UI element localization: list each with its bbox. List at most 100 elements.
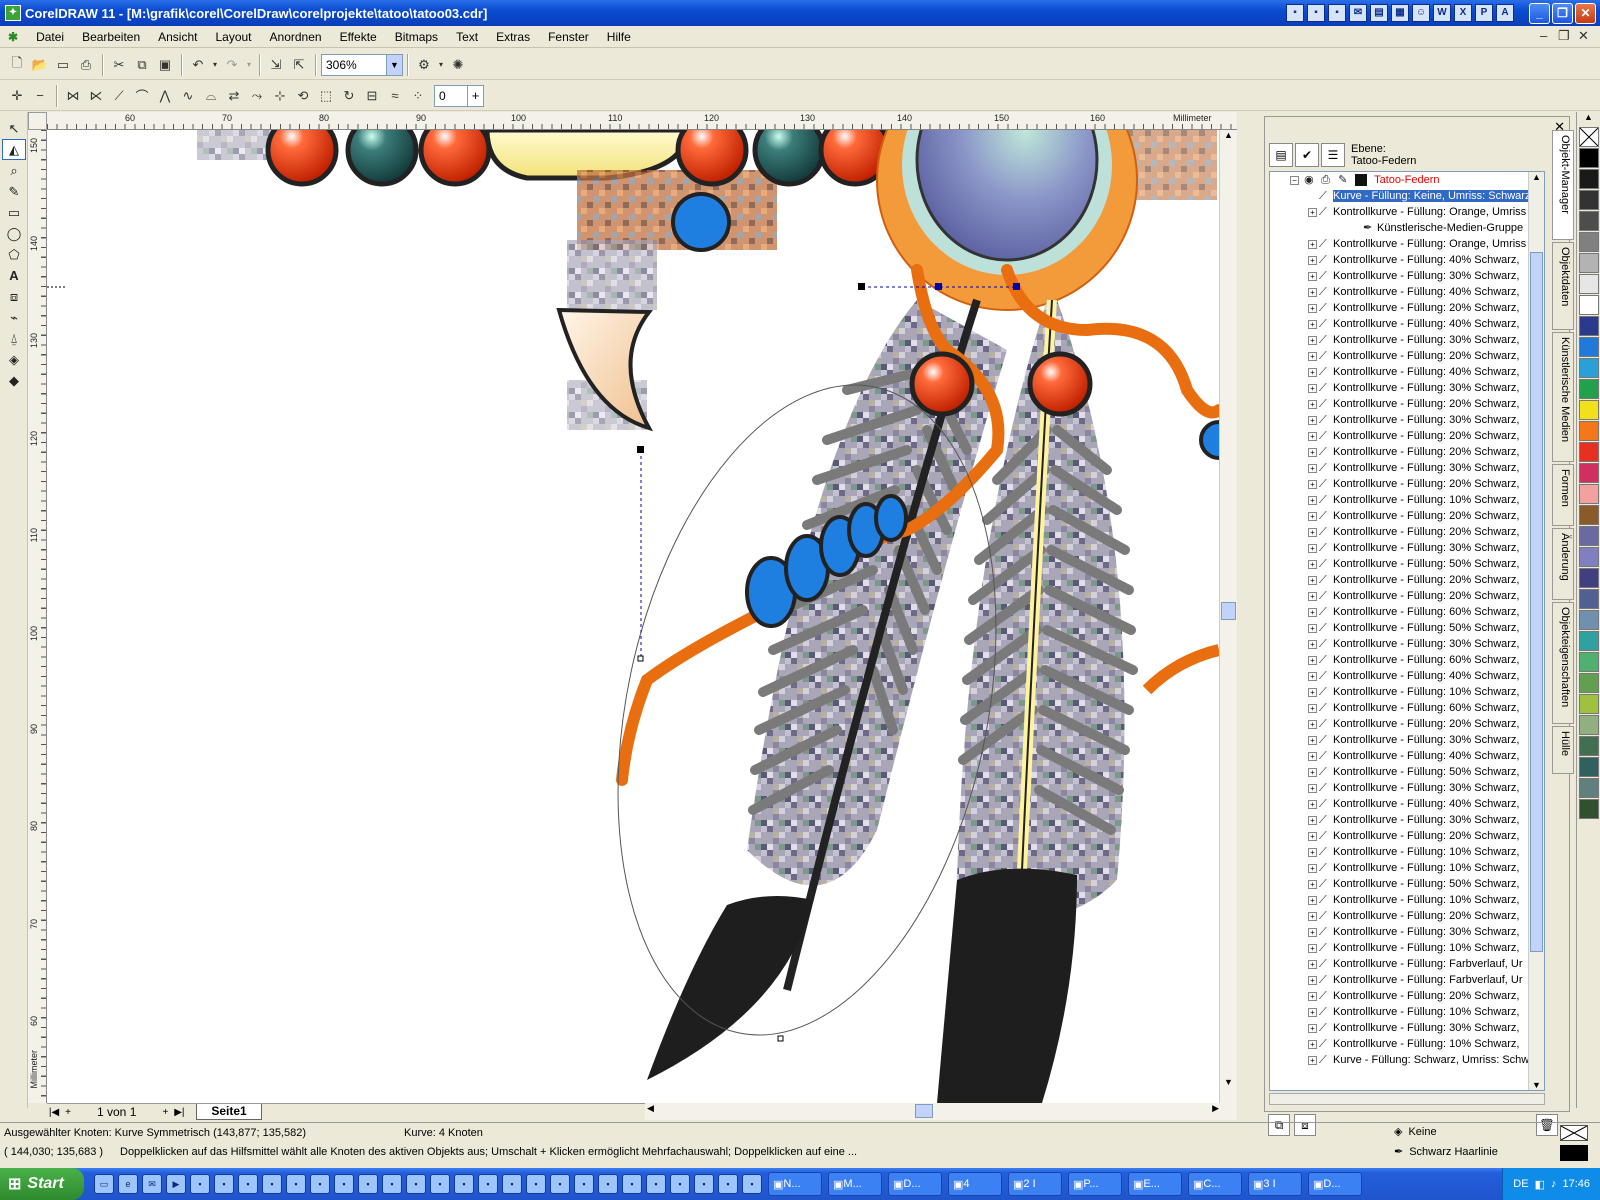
tree-object-row[interactable]: + ⟋ Kontrollkurve - Füllung: 30% Schwarz, — [1270, 812, 1544, 828]
tree-object-row[interactable]: + ⟋ Kontrollkurve - Füllung: 40% Schwarz, — [1270, 284, 1544, 300]
tree-object-row[interactable]: + ⟋ Kontrollkurve - Füllung: 40% Schwarz, — [1270, 364, 1544, 380]
shortcut-icon[interactable]: ▪ — [1328, 4, 1346, 22]
app-icon[interactable]: ▪ — [190, 1174, 210, 1194]
object-tree[interactable]: − ◉ ⎙ ✎ Tatoo-Federn +⟋Kurve - Füllung: … — [1269, 171, 1545, 1091]
print-icon[interactable]: ⎙ — [75, 54, 97, 76]
shortcut-icon[interactable]: ▪ — [1286, 4, 1304, 22]
tree-hscrollbar[interactable] — [1269, 1093, 1545, 1105]
polygon-tool-icon[interactable]: ⬠ — [2, 244, 26, 265]
tree-object-row[interactable]: + ⟋ Kontrollkurve - Füllung: 30% Schwarz, — [1270, 460, 1544, 476]
color-swatch[interactable] — [1579, 211, 1599, 231]
taskbar-task-button[interactable]: ▣ 2 I — [1008, 1172, 1062, 1196]
menu-text[interactable]: Text — [447, 30, 487, 44]
color-swatch[interactable] — [1579, 274, 1599, 294]
horizontal-scrollbar[interactable]: ◀ ▶ — [645, 1103, 1237, 1120]
expand-icon[interactable]: + — [1308, 895, 1317, 905]
auto-close-icon[interactable]: ⟲ — [292, 85, 314, 107]
chevron-down-icon[interactable]: ▼ — [386, 54, 402, 75]
tree-object-row[interactable]: + ⟋ Kontrollkurve - Füllung: 10% Schwarz, — [1270, 940, 1544, 956]
desktop-icon[interactable]: ▭ — [94, 1174, 114, 1194]
tree-object-row[interactable]: + ⟋ Kontrollkurve - Füllung: 20% Schwarz, — [1270, 908, 1544, 924]
calendar-icon[interactable]: ▦ — [1391, 4, 1409, 22]
start-button[interactable]: ⊞ Start — [0, 1168, 84, 1200]
undo-dropdown-icon[interactable]: ▾ — [210, 54, 220, 76]
color-swatch[interactable] — [1579, 484, 1599, 504]
excel-icon[interactable]: X — [1454, 4, 1472, 22]
powerpoint-icon[interactable]: P — [1475, 4, 1493, 22]
fill-none-swatch[interactable] — [1560, 1125, 1588, 1141]
color-swatch[interactable] — [1579, 169, 1599, 189]
color-swatch[interactable] — [1579, 232, 1599, 252]
expand-icon[interactable]: + — [1308, 719, 1317, 729]
expand-icon[interactable]: + — [1308, 319, 1317, 329]
eyedropper-tool-icon[interactable]: ⌁ — [2, 307, 26, 328]
contacts-icon[interactable]: ☺ — [1412, 4, 1430, 22]
expand-icon[interactable]: + — [1308, 927, 1317, 937]
node-handle[interactable] — [637, 655, 644, 662]
text-tool-icon[interactable]: A — [2, 265, 26, 286]
drawing-canvas[interactable] — [47, 130, 1219, 1103]
color-swatch[interactable] — [1579, 316, 1599, 336]
tree-object-row[interactable]: + ⟋ Kontrollkurve - Füllung: 20% Schwarz, — [1270, 444, 1544, 460]
expand-icon[interactable]: + — [1308, 847, 1317, 857]
color-swatch[interactable] — [1579, 400, 1599, 420]
app-icon[interactable]: ▪ — [718, 1174, 738, 1194]
tree-object-row[interactable]: + ⟋ Kontrollkurve - Füllung: 30% Schwarz, — [1270, 380, 1544, 396]
doc-minimize-button[interactable]: – — [1540, 28, 1547, 43]
tree-object-row[interactable]: + ⟋ Kontrollkurve - Füllung: 20% Schwarz, — [1270, 716, 1544, 732]
expand-icon[interactable]: + — [1308, 831, 1317, 841]
first-page-icon[interactable]: |◀ — [47, 1107, 61, 1118]
export-icon[interactable]: ⇱ — [288, 54, 310, 76]
ellipse-tool-icon[interactable]: ◯ — [2, 223, 26, 244]
taskbar-task-button[interactable]: ▣ 4 — [948, 1172, 1002, 1196]
tree-object-row[interactable]: + ⟋ Kontrollkurve - Füllung: 30% Schwarz, — [1270, 412, 1544, 428]
smooth-node-icon[interactable]: ∿ — [177, 85, 199, 107]
app-icon[interactable]: ▪ — [382, 1174, 402, 1194]
app-icon[interactable]: ▪ — [574, 1174, 594, 1194]
corel-online-icon[interactable]: ✺ — [447, 54, 469, 76]
blue-bead[interactable] — [1199, 420, 1219, 460]
tree-object-row[interactable]: +⟋Kurve - Füllung: Keine, Umriss: Schwar… — [1270, 188, 1544, 204]
app-icon[interactable]: ▪ — [310, 1174, 330, 1194]
tree-object-row[interactable]: + ⟋ Kontrollkurve - Füllung: 30% Schwarz, — [1270, 924, 1544, 940]
expand-icon[interactable]: + — [1308, 383, 1317, 393]
node-handle[interactable] — [777, 1035, 784, 1042]
taskbar-task-button[interactable]: ▣ E... — [1128, 1172, 1182, 1196]
tree-object-row[interactable]: + ⟋ Kontrollkurve - Füllung: 20% Schwarz, — [1270, 988, 1544, 1004]
app-icon[interactable]: ▪ — [238, 1174, 258, 1194]
add-node-icon[interactable]: ✛ — [6, 85, 28, 107]
expand-icon[interactable]: + — [1308, 351, 1317, 361]
undo-icon[interactable]: ↶ — [187, 54, 209, 76]
tree-object-row[interactable]: + ⟋ Kontrollkurve - Füllung: 50% Schwarz, — [1270, 876, 1544, 892]
taskbar-task-button[interactable]: ▣ C... — [1188, 1172, 1242, 1196]
expand-icon[interactable]: + — [1308, 543, 1317, 553]
tree-object-row[interactable]: + ⟋ Kontrollkurve - Füllung: 30% Schwarz, — [1270, 732, 1544, 748]
tab-objektdaten[interactable]: Objektdaten — [1552, 242, 1574, 330]
import-icon[interactable]: ⇲ — [265, 54, 287, 76]
zoom-level-select[interactable]: 306% ▼ — [321, 53, 403, 76]
color-swatch[interactable] — [1579, 379, 1599, 399]
taskbar-task-button[interactable]: ▣ P... — [1068, 1172, 1122, 1196]
expand-icon[interactable]: + — [1308, 735, 1317, 745]
extend-curve-icon[interactable]: ⤳ — [246, 85, 268, 107]
tree-object-row[interactable]: + ⟋ Kontrollkurve - Füllung: Orange, Umris… — [1270, 204, 1544, 220]
expand-icon[interactable]: + — [1308, 607, 1317, 617]
pencil-icon[interactable]: ✎ — [1338, 172, 1352, 188]
menu-anordnen[interactable]: Anordnen — [261, 30, 331, 44]
edit-across-layers-icon[interactable]: ✔ — [1295, 143, 1319, 167]
language-indicator[interactable]: DE — [1513, 1178, 1528, 1190]
expand-icon[interactable]: + — [1308, 1023, 1317, 1033]
app-icon[interactable]: ▪ — [670, 1174, 690, 1194]
blue-bead[interactable] — [671, 192, 731, 252]
save-icon[interactable]: ▭ — [52, 54, 74, 76]
scroll-right-icon[interactable]: ▶ — [1212, 1103, 1219, 1114]
app-icon[interactable]: ▪ — [406, 1174, 426, 1194]
app-icon[interactable]: ▪ — [454, 1174, 474, 1194]
app-icon[interactable]: ▪ — [334, 1174, 354, 1194]
tree-object-row[interactable]: + ⟋ Kontrollkurve - Füllung: 10% Schwarz, — [1270, 844, 1544, 860]
color-swatch[interactable] — [1579, 694, 1599, 714]
menu-effekte[interactable]: Effekte — [331, 30, 386, 44]
color-swatch[interactable] — [1579, 757, 1599, 777]
color-swatch[interactable] — [1579, 253, 1599, 273]
horizontal-ruler[interactable]: 60 70 80 90 100 110 120 130 140 150 160 … — [47, 112, 1237, 130]
